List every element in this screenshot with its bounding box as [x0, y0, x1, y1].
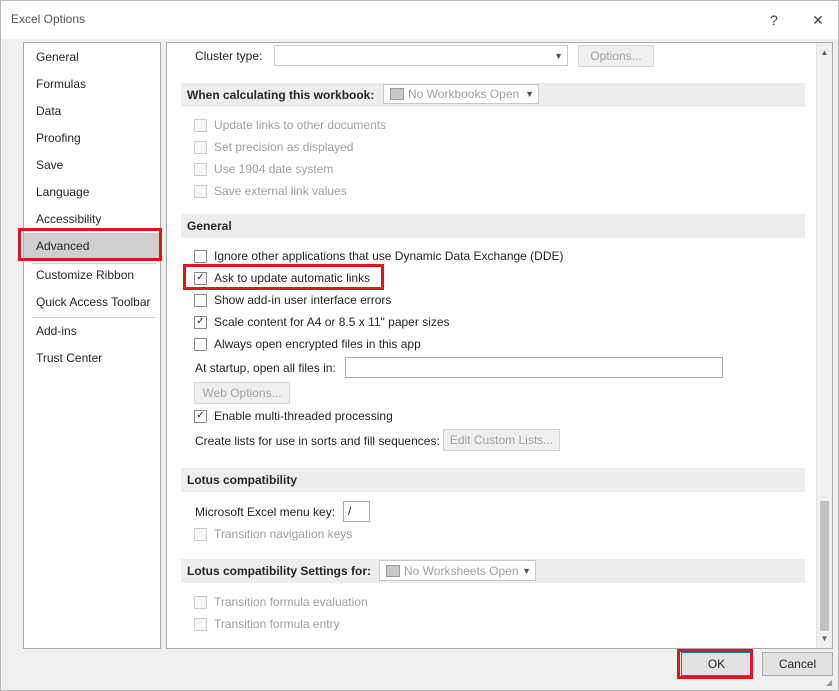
nav-item-advanced[interactable]: Advanced [24, 233, 160, 259]
checkmark-icon: ✓ [196, 272, 205, 283]
worksheet-icon [386, 564, 400, 577]
option-label: Transition navigation keys [214, 527, 353, 541]
option-ask-update-links[interactable]: ✓ Ask to update automatic links [194, 268, 370, 288]
nav-item-quick-access-toolbar[interactable]: Quick Access Toolbar [24, 289, 160, 315]
option-label: Show add-in user interface errors [214, 293, 392, 307]
nav-item-save[interactable]: Save [24, 152, 160, 178]
option-transition-formula-entry[interactable]: Transition formula entry [194, 614, 340, 634]
nav-item-accessibility[interactable]: Accessibility [24, 206, 160, 232]
option-label: Transition formula entry [214, 617, 340, 631]
cluster-type-label: Cluster type: [195, 49, 263, 63]
option-label: Save external link values [214, 184, 347, 198]
startup-folder-label: At startup, open all files in: [195, 361, 336, 375]
option-label: Ignore other applications that use Dynam… [214, 249, 564, 263]
cluster-type-select[interactable]: ▼ [274, 45, 568, 66]
checkbox-checked[interactable]: ✓ [194, 271, 207, 285]
nav-item-language[interactable]: Language [24, 179, 160, 205]
checkbox[interactable] [194, 293, 207, 307]
section-header-general: General [181, 214, 805, 238]
close-icon[interactable]: ✕ [803, 7, 833, 33]
category-nav: General Formulas Data Proofing Save Lang… [23, 42, 161, 649]
worksheet-select-value: No Worksheets Open [404, 563, 519, 578]
option-label: Scale content for A4 or 8.5 x 11" paper … [214, 315, 450, 329]
option-transition-nav-keys[interactable]: Transition navigation keys [194, 524, 352, 544]
worksheet-select[interactable]: No Worksheets Open ▼ [379, 560, 536, 581]
checkbox[interactable] [194, 162, 207, 176]
nav-item-customize-ribbon[interactable]: Customize Ribbon [24, 262, 160, 288]
scroll-down-icon[interactable]: ▼ [817, 631, 832, 646]
nav-item-trust-center[interactable]: Trust Center [24, 345, 160, 371]
nav-item-add-ins[interactable]: Add-ins [24, 318, 160, 344]
option-multithreaded[interactable]: ✓ Enable multi-threaded processing [194, 406, 393, 426]
checkbox-checked[interactable]: ✓ [194, 409, 207, 423]
nav-item-formulas[interactable]: Formulas [24, 71, 160, 97]
window-title: Excel Options [11, 12, 86, 26]
web-options-button[interactable]: Web Options... [194, 382, 290, 404]
scrollbar-thumb[interactable] [820, 501, 829, 631]
excel-options-dialog: Excel Options ? ✕ General Formulas Data … [0, 0, 839, 691]
option-set-precision[interactable]: Set precision as displayed [194, 137, 353, 157]
chevron-down-icon: ▼ [554, 50, 563, 61]
menu-key-label: Microsoft Excel menu key: [195, 505, 336, 519]
workbook-icon [390, 88, 404, 100]
checkbox[interactable] [194, 337, 207, 351]
option-save-external-links[interactable]: Save external link values [194, 181, 347, 201]
checkbox[interactable] [194, 118, 207, 132]
resize-grip-icon[interactable]: ◢ [826, 678, 836, 688]
workbook-select[interactable]: No Workbooks Open ▼ [383, 84, 539, 104]
title-bar: Excel Options ? ✕ [1, 1, 838, 39]
checkbox[interactable] [194, 140, 207, 154]
advanced-options-panel[interactable]: Cluster type: ▼ Options... When calculat… [166, 42, 833, 649]
checkmark-icon: ✓ [196, 316, 205, 327]
nav-item-data[interactable]: Data [24, 98, 160, 124]
checkbox[interactable] [194, 527, 207, 541]
option-scale-paper[interactable]: ✓ Scale content for A4 or 8.5 x 11" pape… [194, 312, 450, 332]
checkbox[interactable] [194, 595, 207, 609]
cluster-options-button[interactable]: Options... [578, 45, 654, 67]
option-transition-formula-eval[interactable]: Transition formula evaluation [194, 592, 368, 612]
nav-item-general[interactable]: General [24, 44, 160, 70]
checkbox[interactable] [194, 184, 207, 198]
cancel-button[interactable]: Cancel [762, 652, 833, 676]
workbook-select-value: No Workbooks Open [408, 87, 520, 101]
scroll-up-icon[interactable]: ▲ [817, 45, 832, 60]
checkbox[interactable] [194, 617, 207, 631]
checkbox[interactable] [194, 249, 207, 263]
menu-key-input[interactable]: / [343, 501, 370, 522]
option-label: Always open encrypted files in this app [214, 337, 421, 351]
vertical-scrollbar[interactable]: ▲ ▼ [816, 43, 832, 648]
option-show-addin-errors[interactable]: Show add-in user interface errors [194, 290, 391, 310]
nav-item-proofing[interactable]: Proofing [24, 125, 160, 151]
help-icon[interactable]: ? [759, 7, 789, 33]
option-label: Use 1904 date system [214, 162, 334, 176]
option-open-encrypted[interactable]: Always open encrypted files in this app [194, 334, 421, 354]
option-label: Transition formula evaluation [214, 595, 368, 609]
chevron-down-icon: ▼ [522, 565, 531, 576]
custom-lists-label: Create lists for use in sorts and fill s… [195, 434, 440, 448]
section-header-lotus: Lotus compatibility [181, 468, 805, 492]
option-ignore-dde[interactable]: Ignore other applications that use Dynam… [194, 246, 564, 266]
option-label: Set precision as displayed [214, 140, 354, 154]
edit-custom-lists-button[interactable]: Edit Custom Lists... [443, 429, 560, 451]
startup-folder-input[interactable] [345, 357, 723, 378]
section-title-general: General [187, 219, 232, 233]
section-title-workbook: When calculating this workbook: [187, 88, 375, 102]
ok-button[interactable]: OK [681, 652, 752, 676]
checkmark-icon: ✓ [196, 410, 205, 421]
section-title-lotus: Lotus compatibility [187, 473, 298, 487]
option-label: Enable multi-threaded processing [214, 409, 393, 423]
chevron-down-icon: ▼ [525, 89, 534, 99]
section-title-lotus-settings: Lotus compatibility Settings for: [187, 564, 372, 578]
option-1904-date[interactable]: Use 1904 date system [194, 159, 333, 179]
option-update-links[interactable]: Update links to other documents [194, 115, 386, 135]
checkbox-checked[interactable]: ✓ [194, 315, 207, 329]
option-label: Update links to other documents [214, 118, 387, 132]
option-label: Ask to update automatic links [214, 271, 371, 285]
